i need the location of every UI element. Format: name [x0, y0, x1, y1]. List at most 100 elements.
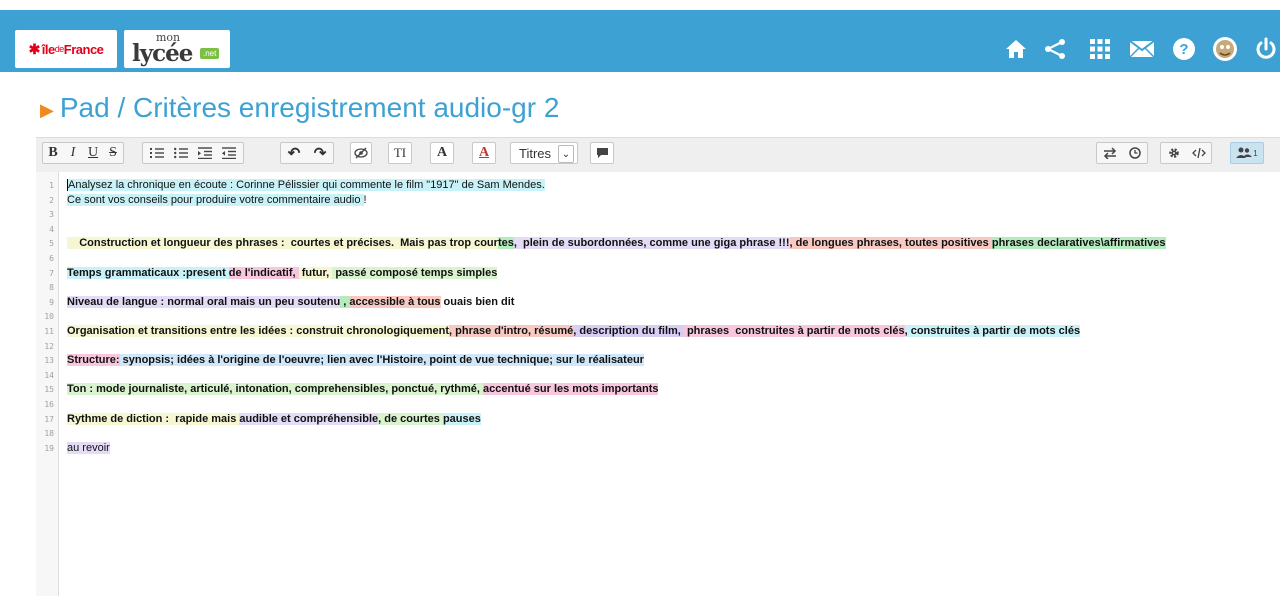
hide-formatting-button[interactable] [350, 142, 372, 164]
outdent-button[interactable] [217, 143, 241, 163]
indent-button[interactable] [193, 143, 217, 163]
strikethrough-button[interactable]: S [103, 145, 123, 161]
editor-line[interactable]: Structure: synopsis; idées à l'origine d… [67, 354, 644, 367]
line-number: 6 [49, 254, 54, 263]
outdent-icon [222, 147, 236, 159]
editor-line[interactable]: Analysez la chronique en écoute : Corinn… [67, 179, 545, 192]
author-text-segment: Structure: [67, 354, 120, 367]
logo-france: France [63, 41, 104, 57]
import-export-button[interactable] [1097, 143, 1122, 163]
editor-line[interactable]: Ce sont vos conseils pour produire votre… [67, 193, 367, 206]
page-title-row: ▶ Pad / Critères enregistrement audio-gr… [40, 88, 559, 128]
ordered-list-icon [150, 148, 164, 158]
editor-line[interactable]: au revoir [67, 441, 110, 454]
svg-text:?: ? [1179, 41, 1188, 58]
top-header: ✱ île de France mon lycée .net ? [0, 10, 1280, 72]
text-size-button[interactable]: TI [388, 142, 412, 164]
italic-button[interactable]: I [63, 145, 83, 161]
line-number: 16 [44, 400, 54, 409]
line-number: 9 [49, 297, 54, 307]
editor-line[interactable]: Rythme de diction : rapide mais audible … [67, 412, 481, 425]
eye-slash-icon [354, 147, 368, 159]
author-text-segment: , de courtes [378, 412, 443, 425]
editor-line[interactable]: Ton : mode journaliste, articulé, intona… [67, 383, 659, 396]
editor-toolbar: B I U S ↶ ↷ TI A A Titres ⌄ 1 [36, 137, 1280, 173]
history-button[interactable] [1122, 143, 1147, 163]
editor-line[interactable]: Niveau de langue : normal oral mais un p… [67, 295, 515, 308]
code-icon [1191, 147, 1206, 159]
user-avatar-icon[interactable] [1211, 35, 1239, 63]
logo-ile: île [41, 41, 55, 57]
font-color-button[interactable]: A [472, 142, 496, 164]
home-icon[interactable] [1002, 35, 1030, 63]
mon-lycee-logo[interactable]: mon lycée .net [124, 30, 230, 68]
share-icon[interactable] [1041, 35, 1069, 63]
title-arrow-icon: ▶ [40, 99, 54, 120]
logo-lycee-text: lycée [132, 40, 193, 67]
author-text-segment: , description du film, [573, 325, 684, 337]
line-number: 17 [44, 414, 54, 424]
author-text-segment: , construites à partir de mots clés [904, 325, 1081, 337]
editor-line[interactable]: Temps grammaticaux :present de l'indicat… [67, 266, 498, 279]
users-button[interactable]: 1 [1230, 142, 1264, 164]
underline-button[interactable]: U [83, 145, 103, 161]
comment-button[interactable] [590, 142, 614, 164]
undo-button[interactable]: ↶ [281, 144, 307, 162]
history-tools-group [1096, 142, 1148, 164]
font-button[interactable]: A [430, 142, 454, 164]
ile-de-france-logo[interactable]: ✱ île de France [15, 30, 117, 68]
history-group: ↶ ↷ [280, 142, 334, 164]
editor-line[interactable]: Construction et longueur des phrases : c… [67, 237, 1166, 250]
headings-select-value: Titres [519, 145, 552, 161]
author-text-segment: , de longues phrases, toutes positives [789, 237, 992, 250]
ordered-list-button[interactable] [145, 143, 169, 163]
bullet-list-button[interactable] [169, 143, 193, 163]
editor-line[interactable]: Organisation et transitions entre les id… [67, 325, 1081, 337]
chevron-down-icon: ⌄ [558, 145, 574, 163]
embed-code-button[interactable] [1186, 143, 1211, 163]
author-text-segment: Ce sont vos conseils pour produire votre… [67, 193, 364, 206]
author-text-segment: ouais bien dit [440, 295, 515, 308]
author-text-segment: futur, [298, 266, 333, 279]
bold-button[interactable]: B [43, 145, 63, 161]
author-text-segment: Temps grammaticaux :present [67, 266, 229, 279]
star-icon: ✱ [28, 40, 41, 57]
power-icon[interactable] [1252, 35, 1280, 63]
bullet-list-icon [174, 147, 188, 159]
line-number: 7 [49, 268, 54, 278]
line-number: 3 [49, 210, 54, 220]
line-number: 19 [44, 443, 54, 453]
line-number: 12 [44, 341, 54, 351]
line-number: 13 [44, 356, 54, 366]
mail-icon[interactable] [1128, 35, 1156, 63]
author-text-segment: synopsis; idées à l'origine de l'oeuvre;… [119, 354, 644, 367]
logo-de: de [54, 44, 65, 54]
author-text-segment: Niveau de langue : normal oral mais un p… [67, 295, 341, 308]
apps-grid-icon[interactable] [1086, 35, 1114, 63]
clock-icon [1128, 147, 1141, 159]
help-icon[interactable]: ? [1170, 35, 1198, 63]
author-text-segment: pauses [442, 412, 481, 425]
line-number: 1 [49, 181, 54, 190]
author-text-segment: Rythme de diction : rapide mais [67, 412, 240, 425]
list-indent-group [142, 142, 244, 164]
page-title: Pad / Critères enregistrement audio-gr 2 [59, 92, 560, 123]
text-style-group: B I U S [42, 142, 124, 164]
author-text-segment: Analysez la chronique en écoute : Corinn… [68, 179, 545, 191]
logo-net: .net [200, 48, 220, 59]
pad-editor[interactable]: 1 2 3 4 5 6 7 8 9 10 11 12 13 14 15 16 17 18 19 Analysez l… [36, 172, 1280, 596]
author-text-segment: , phrase d'intro, résumé [449, 325, 574, 337]
settings-group [1160, 142, 1212, 164]
redo-button[interactable]: ↷ [307, 144, 333, 162]
settings-button[interactable] [1161, 143, 1186, 163]
author-text-segment: passé composé temps simples [332, 266, 498, 279]
author-text-segment: accessible à tous [349, 295, 441, 308]
author-text-segment: ! [363, 193, 367, 206]
author-text-segment: audible et compréhensible [239, 412, 379, 425]
line-number: 11 [44, 327, 54, 336]
users-icon [1236, 147, 1253, 158]
line-number: 5 [49, 239, 54, 249]
headings-select[interactable]: Titres ⌄ [510, 142, 578, 164]
author-text-segment: , plein de subordonnées, comme une giga … [513, 237, 790, 250]
users-count: 1 [1253, 148, 1258, 158]
